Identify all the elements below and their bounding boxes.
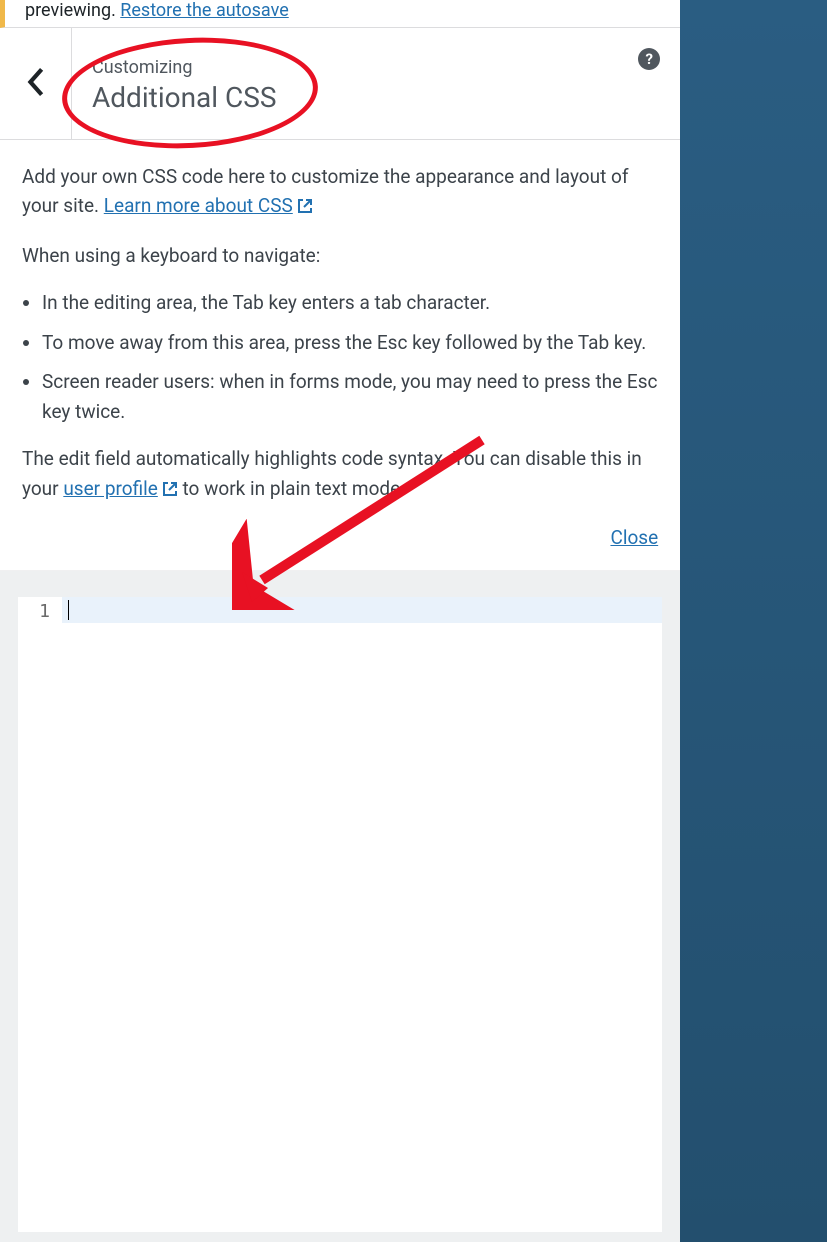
code-line[interactable] bbox=[62, 597, 662, 623]
desc-p3b-text: to work in plain text mode. bbox=[178, 477, 405, 500]
code-content[interactable] bbox=[62, 597, 662, 1232]
line-gutter: 1 bbox=[18, 597, 62, 1232]
learn-more-css-link[interactable]: Learn more about CSS bbox=[104, 194, 313, 217]
list-item: To move away from this area, press the E… bbox=[42, 328, 658, 357]
desc-paragraph-2: When using a keyboard to navigate: bbox=[22, 241, 658, 270]
chevron-left-icon bbox=[27, 68, 45, 100]
help-button[interactable]: ? bbox=[638, 48, 660, 70]
close-link[interactable]: Close bbox=[22, 523, 658, 552]
description-area: Add your own CSS code here to customize … bbox=[0, 140, 680, 571]
page-title: Additional CSS bbox=[92, 80, 660, 116]
breadcrumb: Customizing bbox=[92, 55, 660, 80]
user-profile-link[interactable]: user profile bbox=[63, 477, 178, 500]
desc-list: In the editing area, the Tab key enters … bbox=[22, 288, 658, 426]
code-editor-wrapper: 1 bbox=[0, 571, 680, 1242]
autosave-notice: previewing. Restore the autosave bbox=[0, 0, 680, 28]
customizer-panel: previewing. Restore the autosave Customi… bbox=[0, 0, 680, 1242]
learn-more-css-text: Learn more about CSS bbox=[104, 194, 293, 217]
list-item: Screen reader users: when in forms mode,… bbox=[42, 367, 658, 426]
external-link-icon bbox=[297, 193, 313, 222]
panel-header: Customizing Additional CSS ? bbox=[0, 28, 680, 140]
external-link-icon bbox=[162, 476, 178, 505]
back-button[interactable] bbox=[0, 28, 72, 139]
help-icon: ? bbox=[645, 50, 652, 68]
desc-paragraph-1: Add your own CSS code here to customize … bbox=[22, 162, 658, 223]
text-cursor bbox=[68, 600, 69, 620]
autosave-prefix: previewing. bbox=[25, 0, 116, 21]
restore-autosave-link[interactable]: Restore the autosave bbox=[120, 0, 288, 21]
list-item: In the editing area, the Tab key enters … bbox=[42, 288, 658, 317]
code-editor[interactable]: 1 bbox=[18, 597, 662, 1232]
user-profile-text: user profile bbox=[63, 477, 158, 500]
desc-paragraph-3: The edit field automatically highlights … bbox=[22, 444, 658, 505]
site-preview bbox=[680, 0, 827, 1242]
line-number: 1 bbox=[18, 599, 50, 625]
